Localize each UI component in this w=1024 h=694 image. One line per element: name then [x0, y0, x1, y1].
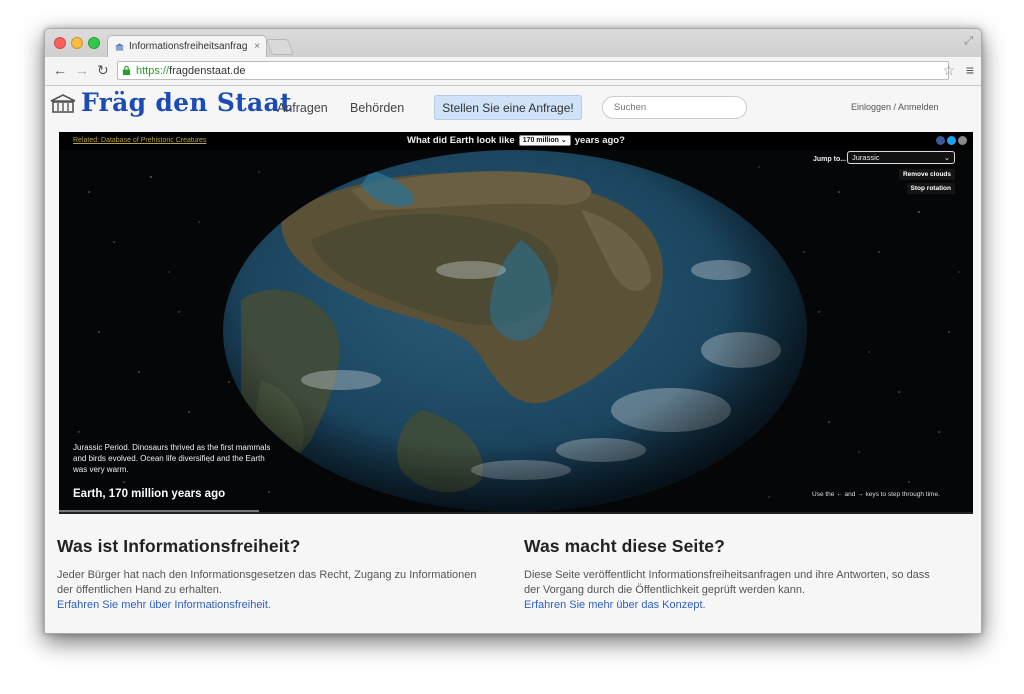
tab-strip: Informationsfreiheitsanfrag × ⤢: [45, 29, 981, 57]
email-icon[interactable]: [958, 136, 967, 145]
info-link-right[interactable]: Erfahren Sie mehr über das Konzept.: [524, 598, 944, 613]
minimize-window-button[interactable]: [71, 37, 83, 49]
info-heading-left: Was ist Informationsfreiheit?: [57, 536, 301, 556]
url-host: fragdenstaat.de: [169, 64, 246, 77]
facebook-icon[interactable]: [936, 136, 945, 145]
info-text-right: Diese Seite veröffentlicht Informationsf…: [524, 569, 930, 596]
browser-tab[interactable]: Informationsfreiheitsanfrag ×: [107, 35, 267, 57]
jump-to-value: Jurassic: [852, 153, 880, 162]
login-link[interactable]: Einloggen / Anmelden: [851, 102, 939, 112]
remove-clouds-button[interactable]: Remove clouds: [898, 169, 955, 180]
timeline-progress: [59, 510, 259, 512]
years-ago-select[interactable]: 170 million ⌄: [518, 135, 571, 146]
question-prefix: What did Earth look like: [407, 135, 515, 146]
zoom-window-button[interactable]: [88, 37, 100, 49]
browser-toolbar: ← → ↻ https:// fragdenstaat.de ☆ ≡: [45, 57, 981, 86]
info-link-left[interactable]: Erfahren Sie mehr über Informationsfreih…: [57, 598, 477, 613]
favicon-icon: [114, 42, 125, 51]
building-logo-icon[interactable]: [50, 94, 76, 114]
ancient-earth-embed[interactable]: Related: Database of Prehistoric Creatur…: [59, 132, 973, 514]
share-icons: [936, 136, 967, 145]
new-request-button[interactable]: Stellen Sie eine Anfrage!: [434, 95, 582, 120]
keyboard-hint: Use the ← and → keys to step through tim…: [812, 491, 940, 498]
embed-question: What did Earth look like 170 million ⌄ y…: [407, 135, 625, 146]
stop-rotation-button[interactable]: Stop rotation: [906, 183, 955, 194]
jump-to-select[interactable]: Jurassic ⌄: [847, 151, 955, 164]
tab-close-icon[interactable]: ×: [254, 41, 260, 52]
fullscreen-icon[interactable]: ⤢: [964, 35, 973, 48]
lock-icon: [122, 66, 131, 75]
jump-to-label: Jump to...: [813, 156, 847, 163]
period-description: Jurassic Period. Dinosaurs thrived as th…: [73, 443, 271, 474]
url-scheme: https://: [136, 64, 170, 77]
chevron-down-icon: ⌄: [943, 153, 950, 162]
back-icon[interactable]: ←: [53, 62, 67, 78]
years-ago-value: 170 million: [522, 137, 559, 144]
new-tab-button[interactable]: [266, 39, 294, 55]
period-caption: Earth, 170 million years ago: [73, 488, 226, 500]
related-database-link[interactable]: Related: Database of Prehistoric Creatur…: [73, 137, 206, 144]
browser-window: Informationsfreiheitsanfrag × ⤢ ← → ↻ ht…: [44, 28, 982, 634]
site-title[interactable]: Fräg den Staat: [81, 88, 292, 117]
info-diese-seite: Was macht diese Seite? Diese Seite veröf…: [524, 536, 944, 613]
bookmark-star-icon[interactable]: ☆: [942, 62, 955, 79]
web-page: Fräg den Staat Anfragen Behörden Stellen…: [45, 86, 981, 633]
window-controls: [54, 37, 100, 49]
info-informationsfreiheit: Was ist Informationsfreiheit? Jeder Bürg…: [57, 536, 477, 613]
nav-anfragen[interactable]: Anfragen: [277, 101, 328, 115]
question-suffix: years ago?: [574, 135, 625, 146]
tab-title: Informationsfreiheitsanfrag: [129, 41, 248, 52]
address-bar[interactable]: https:// fragdenstaat.de: [117, 61, 949, 80]
info-text-left: Jeder Bürger hat nach den Informationsge…: [57, 569, 477, 596]
reload-icon[interactable]: ↻: [97, 62, 109, 78]
close-window-button[interactable]: [54, 37, 66, 49]
twitter-icon[interactable]: [947, 136, 956, 145]
forward-icon[interactable]: →: [75, 62, 89, 78]
embed-top-bar: Related: Database of Prehistoric Creatur…: [59, 132, 973, 150]
site-header: Fräg den Staat Anfragen Behörden Stellen…: [45, 86, 981, 128]
info-heading-right: Was macht diese Seite?: [524, 536, 725, 556]
menu-icon[interactable]: ≡: [966, 62, 974, 78]
nav-behoerden[interactable]: Behörden: [350, 101, 404, 115]
chevron-down-icon: ⌄: [560, 137, 567, 144]
earth-globe[interactable]: [221, 150, 809, 512]
search-input[interactable]: [602, 96, 747, 119]
